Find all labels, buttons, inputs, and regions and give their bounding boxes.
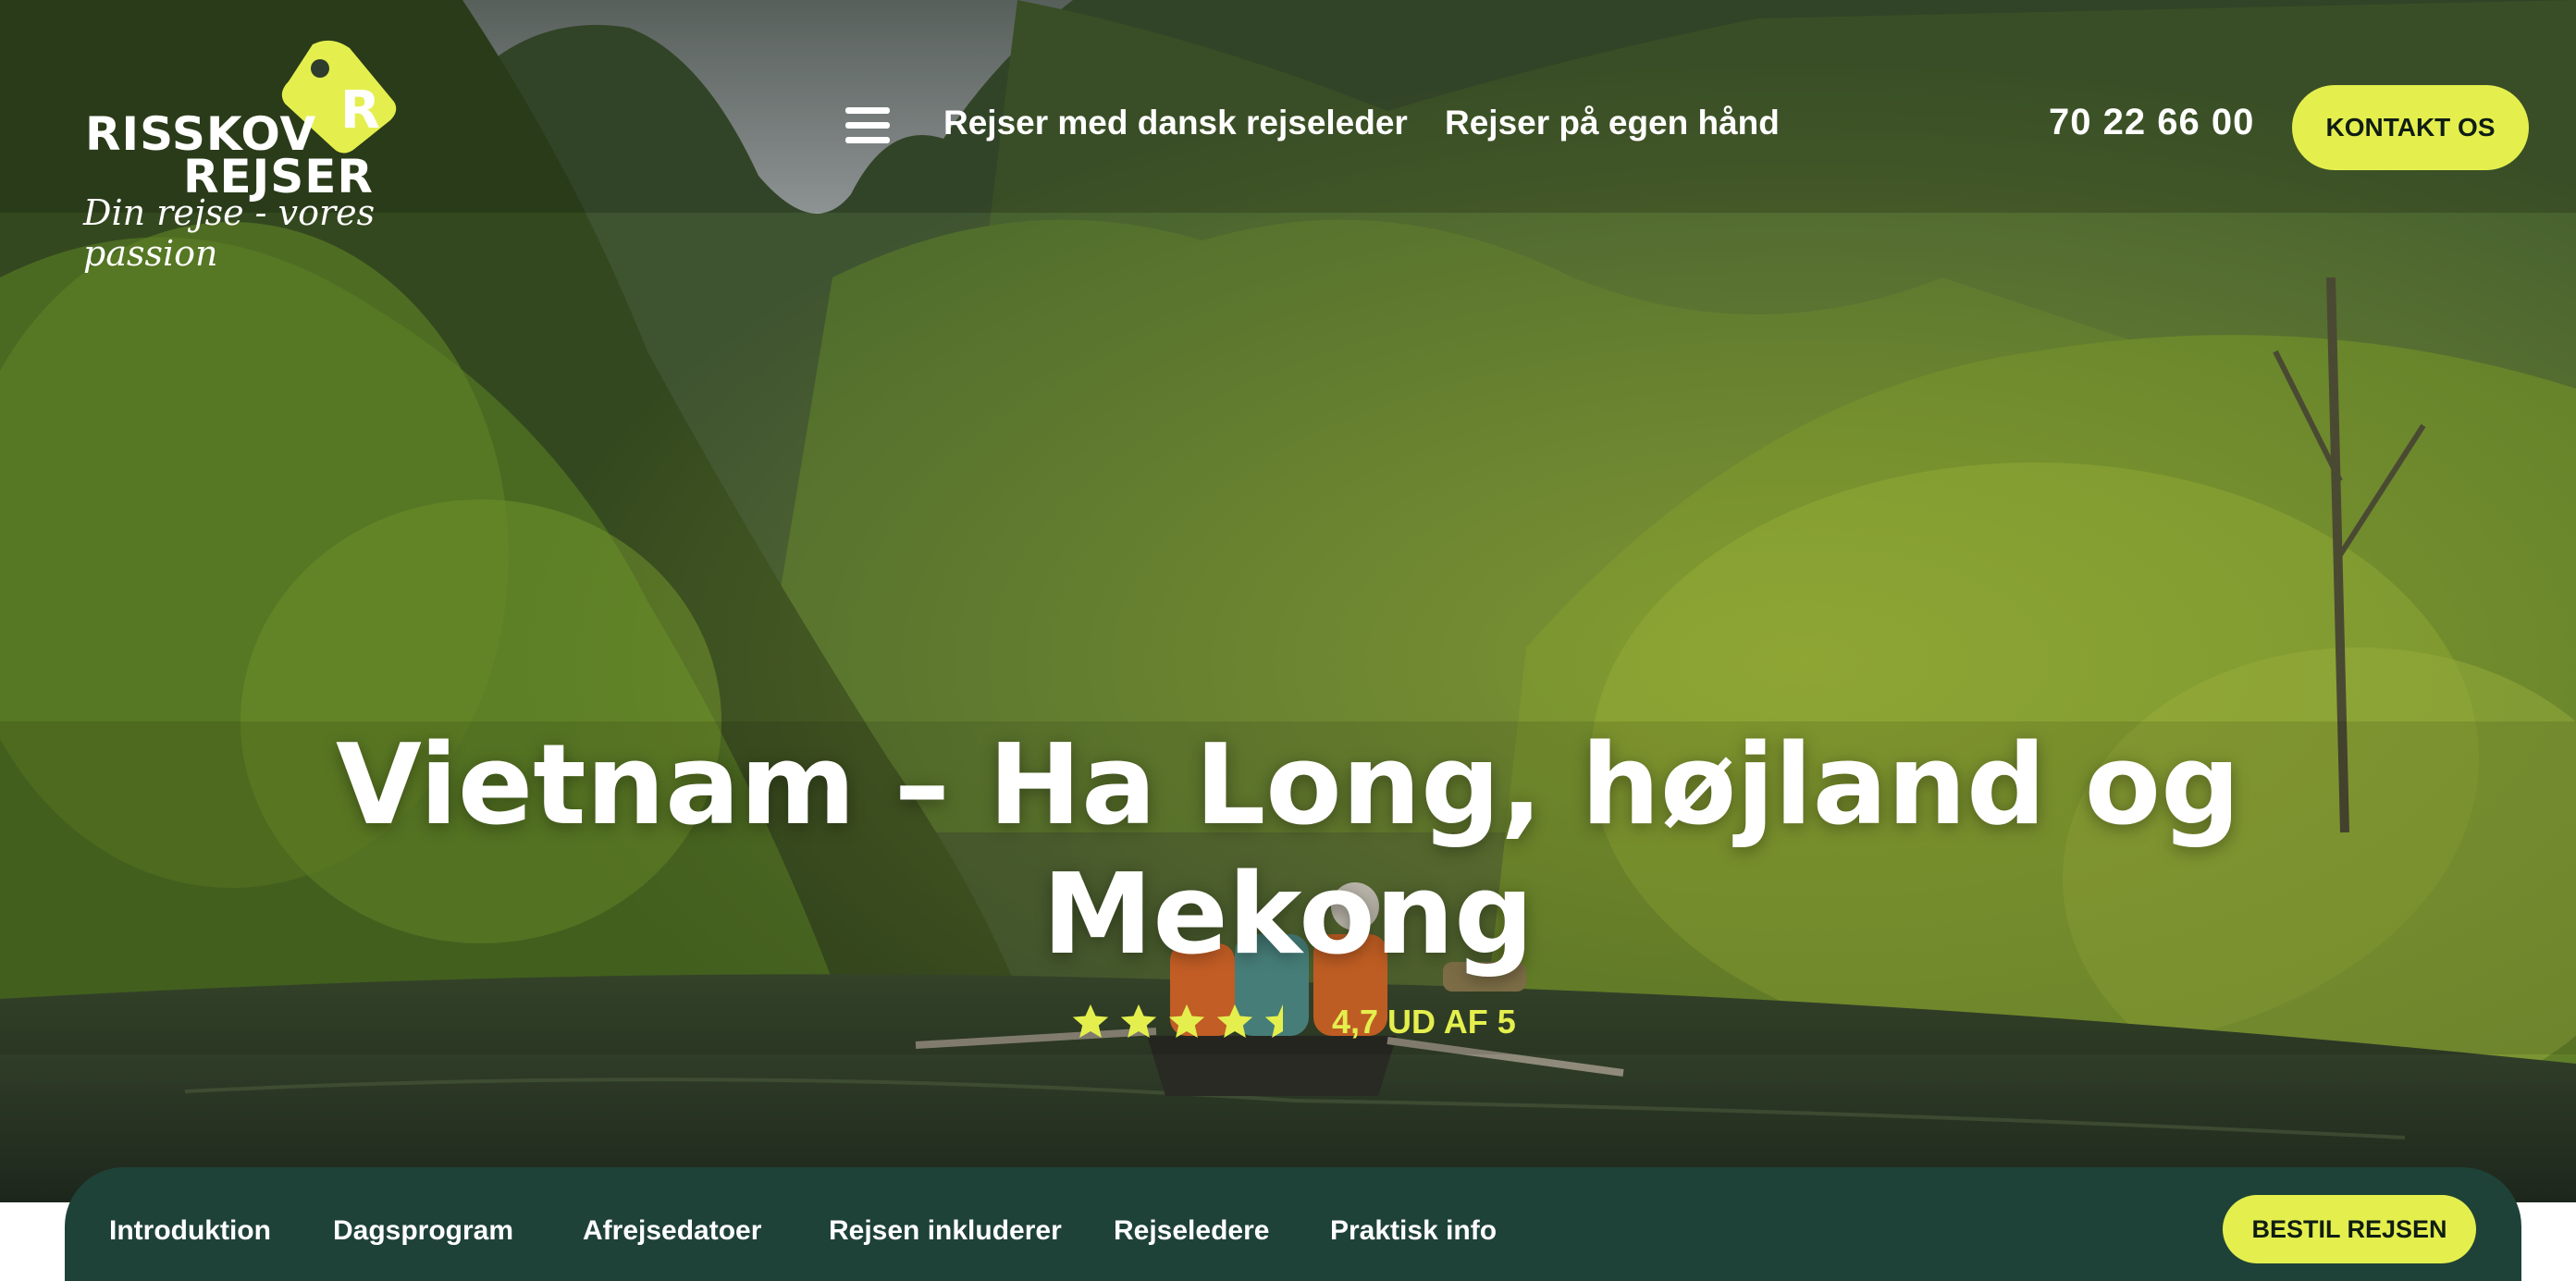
tab-rejseledere[interactable]: Rejseledere	[1114, 1215, 1269, 1247]
star-icon	[1168, 1004, 1205, 1039]
phone-number[interactable]: 70 22 66 00	[2049, 102, 2254, 143]
page-title-line2: Mekong	[1041, 851, 1535, 979]
tab-dagsprogram[interactable]: Dagsprogram	[333, 1215, 513, 1247]
brand-logo[interactable]: R RISSKOV REJSER Din rejse - vores passi…	[81, 35, 414, 274]
star-icon	[1072, 1004, 1109, 1039]
rating-text: 4,7 UD AF 5	[1332, 1003, 1516, 1041]
svg-text:R: R	[340, 80, 380, 141]
tab-praktisk-info[interactable]: Praktisk info	[1330, 1215, 1497, 1247]
contact-button[interactable]: KONTAKT OS	[2292, 85, 2529, 170]
page-title: Vietnam – Ha Long, højland og Mekong	[0, 721, 2576, 980]
hero-image: R RISSKOV REJSER Din rejse - vores passi…	[0, 0, 2576, 1202]
book-trip-button[interactable]: BESTIL REJSEN	[2223, 1195, 2476, 1263]
rating-stars	[1069, 1001, 1304, 1043]
tour-subnav: Introduktion Dagsprogram Afrejsedatoer R…	[65, 1167, 2521, 1281]
nav-link-guided-tours[interactable]: Rejser med dansk rejseleder	[943, 104, 1408, 142]
nav-link-independent-tours[interactable]: Rejser på egen hånd	[1445, 104, 1780, 142]
rating: 4,7 UD AF 5	[1069, 1001, 1516, 1043]
tab-introduktion[interactable]: Introduktion	[109, 1215, 271, 1247]
half-star-icon	[1264, 1004, 1283, 1039]
tab-rejsen-inkluderer[interactable]: Rejsen inkluderer	[829, 1215, 1062, 1247]
hamburger-icon[interactable]	[845, 107, 890, 148]
page-title-line1: Vietnam – Ha Long, højland og	[336, 721, 2240, 850]
logo-tagline: Din rejse - vores passion	[83, 192, 376, 274]
star-icon	[1216, 1004, 1253, 1039]
tab-afrejsedatoer[interactable]: Afrejsedatoer	[583, 1215, 761, 1247]
star-icon	[1120, 1004, 1157, 1039]
